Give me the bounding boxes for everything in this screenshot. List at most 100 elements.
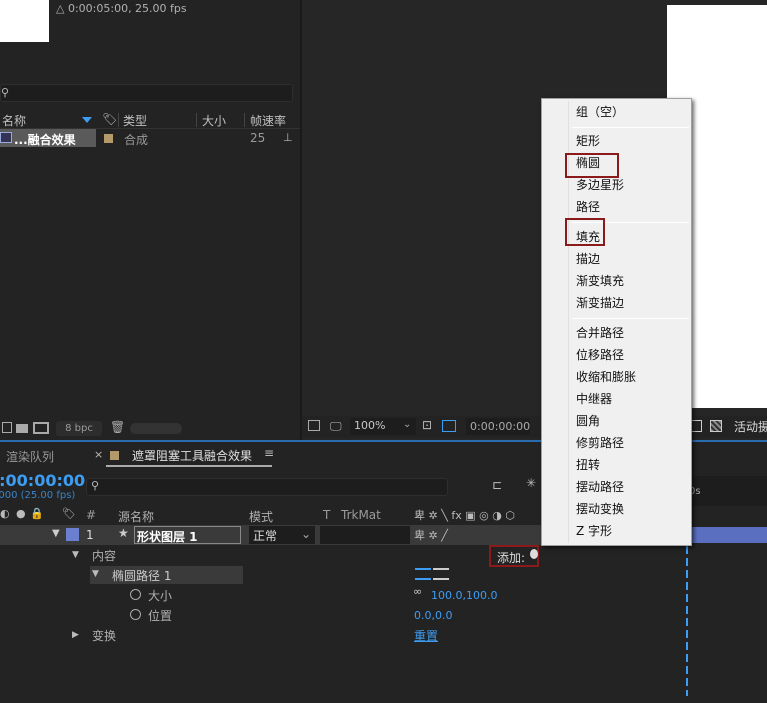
visibility-toggle[interactable] [2,530,12,540]
project-bottom-bar: 8 bpc 🗑 [0,418,300,440]
layer-name: 形状图层 1 [137,530,198,544]
link-icon[interactable]: ∞ [413,585,422,598]
menu-item-path[interactable]: 路径 [576,197,600,217]
column-t: T [323,508,331,522]
column-name[interactable]: 名称 [2,112,26,129]
close-tab-icon[interactable]: × [94,448,103,461]
tab-menu-icon[interactable]: ≡ [264,446,274,460]
column-divider [244,113,245,127]
audio-icon[interactable]: ● [16,507,26,520]
size-label: 大小 [148,589,173,603]
column-size[interactable]: 大小 [202,112,226,129]
column-mode[interactable]: 模式 [249,508,273,525]
menu-item-rectangle[interactable]: 矩形 [576,131,600,151]
column-trkmat[interactable]: TrkMat [341,508,381,522]
menu-item-merge-paths[interactable]: 合并路径 [576,323,624,343]
viewer-timecode[interactable]: 0:00:00:00 [466,418,530,435]
layer-switches[interactable]: 卑 ✲ ╱ [414,527,448,543]
menu-item-group[interactable]: 组（空） [576,102,624,122]
menu-item-gradient-fill[interactable]: 渐变填充 [576,271,624,291]
trkmat-dropdown[interactable] [320,526,410,544]
menu-item-wiggle-transform[interactable]: 摆动变换 [576,499,624,519]
contents-label: 内容 [92,549,117,563]
mode-dropdown[interactable]: 正常 ⌄ [249,526,315,544]
comp-info: △ 0:00:05:00, 25.00 fps [56,2,187,15]
menu-item-trim-paths[interactable]: 修剪路径 [576,433,624,453]
comp-thumbnail [0,0,49,42]
expand-arrow-icon[interactable]: ▼ [92,569,99,579]
new-folder-icon[interactable] [16,424,28,433]
expand-arrow-icon[interactable]: ▼ [52,528,60,539]
transparency-grid-icon[interactable] [710,420,722,432]
lock-icon[interactable]: 🔒 [30,507,44,520]
path-direction-reverse-icon[interactable] [433,568,449,580]
project-search-input[interactable]: ⚲ [0,84,293,102]
flowchart-icon[interactable]: ⊥ [283,131,293,144]
position-label: 位置 [148,609,173,623]
project-scrollbar[interactable] [130,423,182,434]
label-icon[interactable]: 🏷 [62,507,76,520]
size-value[interactable]: 100.0,100.0 [431,589,497,602]
lock-toggle[interactable] [30,530,40,540]
audio-toggle[interactable] [16,530,26,540]
column-divider [118,113,119,127]
mask-toggle-icon[interactable] [442,420,456,432]
zoom-value: 100% [354,419,386,432]
menu-item-polystar[interactable]: 多边星形 [576,175,624,195]
project-item-framerate: 25 [250,131,266,145]
menu-item-wiggle-paths[interactable]: 摆动路径 [576,477,624,497]
menu-item-offset-paths[interactable]: 位移路径 [576,345,624,365]
switches-icons[interactable]: 卑 ✲ ╲ fx ▣ ◎ ◑ ⬡ [414,507,515,523]
chevron-down-icon: ⌄ [301,527,312,541]
menu-item-stroke[interactable]: 描边 [576,249,600,269]
star-icon: ★ [118,526,129,540]
reset-link[interactable]: 重置 [414,627,438,644]
menu-item-pucker-bloat[interactable]: 收缩和膨胀 [576,367,636,387]
menu-item-twist[interactable]: 扭转 [576,455,600,475]
interpret-footage-icon[interactable] [2,422,12,433]
current-time-indicator[interactable] [686,546,688,696]
monitor-icon[interactable]: 🖵 [330,419,342,434]
bpc-button[interactable]: 8 bpc [56,421,102,436]
path-direction-icon[interactable] [415,568,431,580]
comp-flowchart-icon[interactable]: ⊏ [492,478,502,492]
stopwatch-icon[interactable] [130,609,141,620]
trash-icon[interactable]: 🗑 [110,420,125,434]
stopwatch-icon[interactable] [130,589,141,600]
composition-icon [0,132,12,143]
label-color-swatch[interactable] [104,134,113,143]
menu-item-repeater[interactable]: 中继器 [576,389,612,409]
layer-name-field[interactable]: 形状图层 1 [134,526,241,544]
eye-icon[interactable]: ◐ [0,507,10,520]
time-ruler[interactable]: 0s [681,476,767,506]
ellipse-highlight-box [565,153,619,178]
add-button[interactable]: 添加: [489,545,539,567]
layer-duration-bar[interactable] [685,527,767,543]
expand-arrow-icon[interactable]: ▼ [72,550,79,560]
timeline-search-input[interactable]: ⚲ [86,478,448,496]
project-item-row[interactable]: ...融合效果 合成 25 ⊥ [0,129,300,147]
add-arrow-icon [530,549,538,559]
fit-icon[interactable]: ⊡ [422,418,432,432]
timeline-timecode[interactable]: 0:00:00:00 [0,471,85,490]
always-preview-icon[interactable] [308,420,320,431]
column-framerate[interactable]: 帧速率 [250,112,286,129]
layer-label-swatch[interactable] [66,528,79,541]
viewer-timecode-text: 0:00:00:00 [470,420,531,433]
collapse-arrow-icon[interactable]: ▶ [72,630,79,640]
add-label: 添加: [497,551,526,565]
menu-item-zigzag[interactable]: Z 字形 [576,521,612,541]
viewer-bottom-bar: 🖵 100% ⌄ ⊡ 0:00:00:00 活动摄 [302,416,767,438]
tab-comp[interactable]: 遮罩阻塞工具融合效果 [132,447,252,464]
active-camera[interactable]: 活动摄 [734,418,767,435]
draft-3d-icon[interactable]: ✳ [526,476,536,490]
menu-item-gradient-stroke[interactable]: 渐变描边 [576,293,624,313]
column-source-name[interactable]: 源名称 [118,508,154,525]
position-value[interactable]: 0.0,0.0 [414,609,452,622]
new-composition-icon[interactable] [33,422,49,434]
menu-item-round-corners[interactable]: 圆角 [576,411,600,431]
ellipse-path-row[interactable]: ▼ 椭圆路径 1 [90,566,243,584]
tab-render-queue[interactable]: 渲染队列 [6,448,54,465]
column-type[interactable]: 类型 [123,112,147,129]
zoom-dropdown[interactable]: 100% ⌄ [350,418,416,435]
